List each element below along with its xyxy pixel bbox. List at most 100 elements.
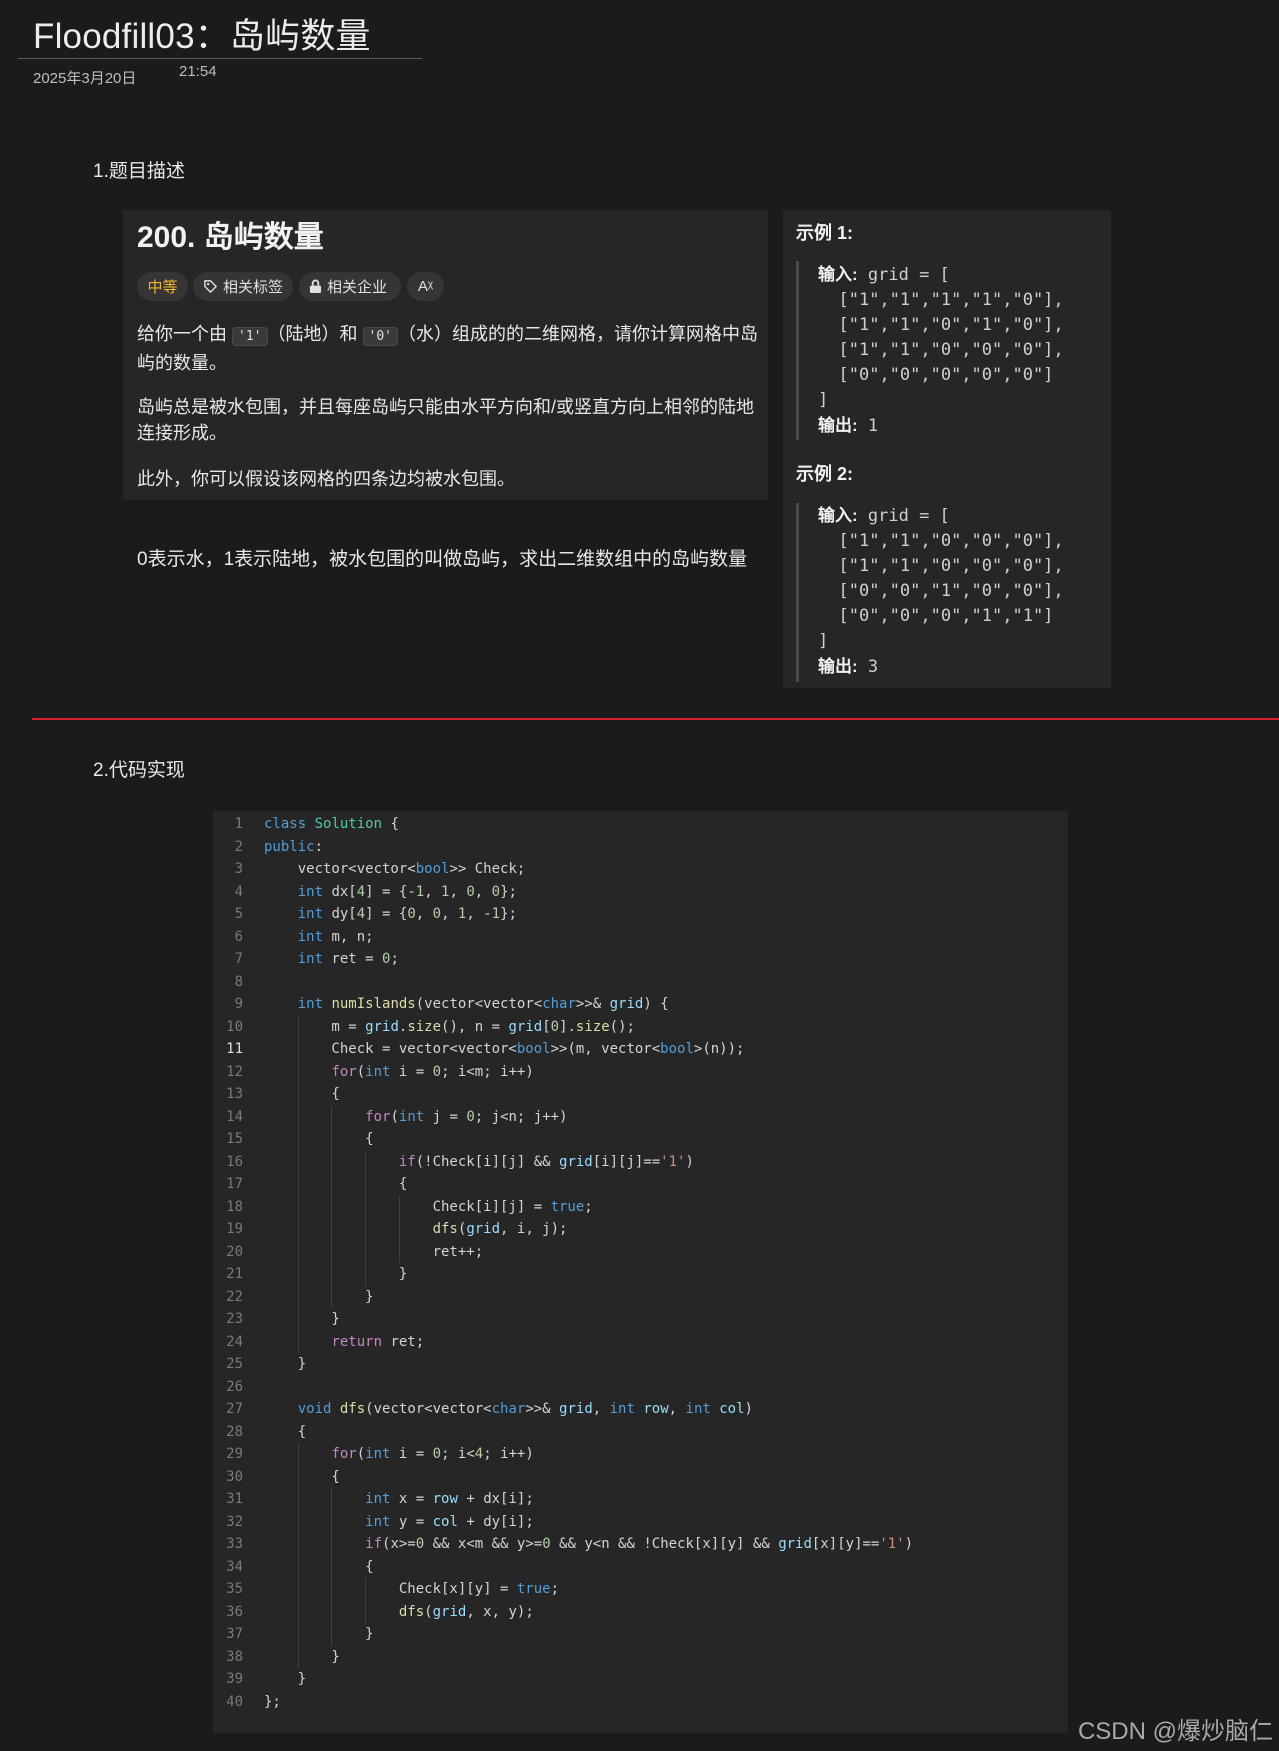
line-number: 8 [234, 973, 243, 990]
code-line: 28 { [213, 1421, 1068, 1444]
code-line: 5 int dy[4] = {0, 0, 1, -1}; [213, 903, 1068, 926]
code-text: class Solution { [264, 816, 399, 832]
code-text: { [264, 1423, 307, 1440]
line-number: 22 [226, 1288, 243, 1305]
indent-guide [365, 1150, 367, 1286]
line-number: 27 [226, 1401, 243, 1417]
code-text: } [264, 1266, 408, 1282]
code-line: 10 m = grid.size(), n = grid[0].size(); [213, 1016, 1068, 1039]
line-number: 25 [226, 1356, 243, 1372]
code-text: int dx[4] = {-1, 1, 0, 0}; [297, 883, 517, 900]
code-text: for(int i = 0; i<m; i++) [331, 1063, 534, 1080]
line-number: 39 [226, 1671, 243, 1687]
grid-row: ["1","1","1","1","0"], [838, 290, 1064, 310]
code-line: 29 for(int i = 0; i<4; i++) [213, 1443, 1068, 1466]
example-2-title: 示例 2: [796, 464, 854, 484]
inline-code: '0' [362, 327, 398, 346]
code-line: 35 Check[x][y] = true; [213, 1578, 1068, 1601]
code-text: if(!Check[i][j] && grid[i][j]=='1') [398, 1153, 694, 1170]
description-paragraph-3: 此外，你可以假设该网格的四条边均被水包围。 [137, 469, 515, 489]
related-topics-tag[interactable]: 相关标签 [193, 272, 293, 301]
code-text: vector<vector<bool>> Check; [264, 861, 526, 877]
indent-guide [398, 1195, 400, 1263]
line-number: 17 [226, 1176, 243, 1192]
code-line: 39 } [213, 1668, 1068, 1691]
line-number: 13 [226, 1086, 243, 1102]
code-text: { [264, 1558, 374, 1575]
line-number: 16 [226, 1153, 243, 1170]
lock-icon [309, 279, 322, 293]
section-heading-description: 1.题目描述 [93, 161, 185, 182]
related-companies-label: 相关企业 [327, 279, 388, 296]
code-text: } [264, 1356, 307, 1372]
indent-guide [331, 1488, 333, 1646]
indent-guide [297, 1015, 299, 1353]
related-topics-label: 相关标签 [223, 279, 284, 296]
code-text: Check = vector<vector<bool>>(m, vector<b… [264, 1041, 745, 1057]
code-line: 4 int dx[4] = {-1, 1, 0, 0}; [213, 881, 1068, 904]
code-text: int ret = 0; [297, 951, 399, 967]
code-text: return ret; [331, 1333, 425, 1350]
line-number: 20 [226, 1243, 243, 1260]
grid-row: ["0","0","0","0","0"] [838, 365, 1054, 385]
difficulty-tag[interactable]: 中等 [137, 272, 188, 301]
code-text: int numIslands(vector<vector<char>>& gri… [297, 996, 669, 1012]
code-line: 38 } [213, 1646, 1068, 1669]
code-text: dfs(grid, i, j); [432, 1221, 568, 1237]
code-line: 23 } [213, 1308, 1068, 1331]
output-label: 输出: [818, 657, 858, 676]
note-text: 0表示水，1表示陆地，被水包围的叫做岛屿，求出二维数组中的岛屿数量 [137, 549, 748, 570]
code-line: 36 dfs(grid, x, y); [213, 1601, 1068, 1624]
problem-title[interactable]: 200. 岛屿数量 [137, 212, 324, 256]
code-line: 13 { [213, 1083, 1068, 1106]
code-text: for(int j = 0; j<n; j++) [365, 1108, 568, 1125]
code-text: } [264, 1288, 374, 1305]
line-number: 33 [226, 1536, 243, 1552]
code-text: Check[x][y] = true; [264, 1581, 560, 1597]
grid-close: ] [818, 390, 829, 410]
code-line: 22 } [213, 1286, 1068, 1309]
code-line: 33 if(x>=0 && x<m && y>=0 && y<n && !Che… [213, 1533, 1068, 1556]
note-time: 21:54 [179, 63, 217, 80]
code-text: public: [264, 838, 324, 855]
section-divider [32, 718, 1279, 720]
title-divider [18, 58, 422, 59]
code-line: 19 dfs(grid, i, j); [213, 1218, 1068, 1241]
line-number: 36 [226, 1603, 243, 1620]
description-paragraph-2: 岛屿总是被水包围，并且每座岛屿只能由水平方向和/或竖直方向上相邻的陆地连接形成。 [137, 397, 754, 443]
line-number: 37 [226, 1626, 243, 1642]
code-text: }; [264, 1693, 281, 1710]
code-line: 8 [213, 971, 1068, 994]
watermark: CSDN @爆炒脑仁 [1077, 1718, 1273, 1745]
example-1-title: 示例 1: [796, 223, 854, 243]
note-title: Floodfill03：岛屿数量 [33, 17, 371, 56]
grid-row: ["1","1","0","1","0"], [838, 315, 1064, 335]
code-text: { [264, 1086, 340, 1102]
code-text: Check[i][j] = true; [264, 1198, 593, 1215]
grid-row: ["1","1","0","0","0"], [838, 340, 1064, 360]
code-text: } [264, 1648, 340, 1665]
code-line: 32 int y = col + dy[i]; [213, 1511, 1068, 1534]
code-text: int x = row + dx[i]; [365, 1491, 534, 1507]
line-number: 3 [234, 861, 243, 877]
translate-icon[interactable]: Aᵡ [407, 272, 444, 301]
code-line: 17 { [213, 1173, 1068, 1196]
code-line: 3 vector<vector<bool>> Check; [213, 858, 1068, 881]
code-line: 31 int x = row + dx[i]; [213, 1488, 1068, 1511]
code-text: dfs(grid, x, y); [398, 1603, 534, 1620]
line-number: 23 [226, 1311, 243, 1327]
note-date: 2025年3月20日 [33, 70, 137, 87]
related-companies-tag[interactable]: 相关企业 [299, 272, 401, 301]
line-number: 29 [226, 1446, 243, 1462]
example-2-block: 输入: grid = [ ["1","1","0","0","0"], ["1"… [818, 503, 1064, 680]
input-label: 输入: [818, 506, 858, 525]
line-number: 34 [226, 1558, 243, 1575]
grid-row: ["0","0","0","1","1"] [838, 606, 1054, 626]
line-number: 40 [226, 1693, 243, 1710]
code-line: 18 Check[i][j] = true; [213, 1196, 1068, 1219]
code-text: } [264, 1671, 307, 1687]
code-line: 30 { [213, 1466, 1068, 1489]
line-number: 28 [226, 1423, 243, 1440]
code-line: 9 int numIslands(vector<vector<char>>& g… [213, 993, 1068, 1016]
section-heading-implementation: 2.代码实现 [93, 760, 185, 781]
